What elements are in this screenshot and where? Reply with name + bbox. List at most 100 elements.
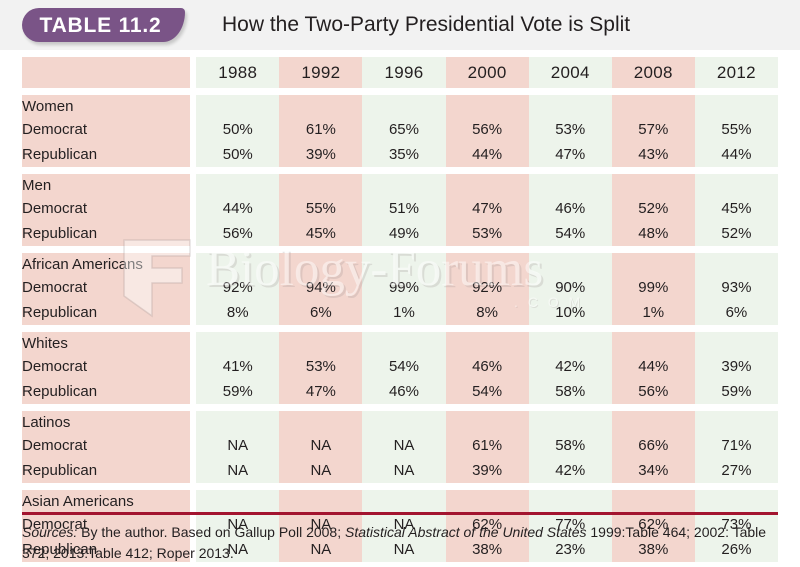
group-header-spacer-cell <box>611 174 695 196</box>
cell-value: 44% <box>196 196 280 221</box>
separator-cell <box>694 167 778 174</box>
source-note: Sources: By the author. Based on Gallup … <box>22 522 778 564</box>
cell-value: 57% <box>611 117 695 142</box>
separator-cell <box>196 404 280 411</box>
group-header-spacer-cell <box>279 174 363 196</box>
separator-cell <box>22 483 191 490</box>
row-label-republican: Republican <box>22 221 191 246</box>
cell-value: 52% <box>611 196 695 221</box>
cell-value: 56% <box>611 379 695 404</box>
table-number-label: TABLE 11.2 <box>39 13 162 37</box>
table-row: Republican NA NA NA 39% 42% 34% 27% <box>22 458 778 483</box>
separator-cell <box>611 325 695 332</box>
cell-value: 6% <box>694 300 778 325</box>
group-header-row: Men <box>22 174 778 196</box>
group-label-whites: Whites <box>22 332 191 354</box>
cell-value: 59% <box>694 379 778 404</box>
source-italic-title: Statistical Abstract of the United State… <box>345 524 587 540</box>
group-header-row: African Americans <box>22 253 778 275</box>
group-label-men: Men <box>22 174 191 196</box>
row-label-democrat: Democrat <box>22 196 191 221</box>
cell-value: 39% <box>445 458 529 483</box>
group-header-spacer-cell <box>362 253 446 275</box>
group-separator-row <box>22 325 778 332</box>
cell-value: 45% <box>694 196 778 221</box>
separator-cell <box>445 404 529 411</box>
row-label-democrat: Democrat <box>22 433 191 458</box>
group-header-spacer-cell <box>279 95 363 117</box>
cell-value: 47% <box>528 142 612 167</box>
group-separator-row <box>22 246 778 253</box>
group-header-row: Asian Americans <box>22 490 778 512</box>
separator-cell <box>694 246 778 253</box>
separator-cell <box>279 246 363 253</box>
separator-cell <box>362 88 446 95</box>
cell-value: 58% <box>528 379 612 404</box>
separator-cell <box>196 325 280 332</box>
cell-value: 48% <box>611 221 695 246</box>
group-header-spacer-cell <box>196 411 280 433</box>
separator-cell <box>362 483 446 490</box>
group-header-spacer-cell <box>362 411 446 433</box>
cell-value: 61% <box>445 433 529 458</box>
separator-cell <box>362 246 446 253</box>
vote-split-table-container: 1988 1992 1996 2000 2004 2008 2012 Women Democr… <box>22 57 778 562</box>
separator-cell <box>528 167 612 174</box>
separator-cell <box>22 404 191 411</box>
cell-value: NA <box>362 433 446 458</box>
cell-value: 53% <box>445 221 529 246</box>
separator-cell <box>196 246 280 253</box>
group-label-african-americans: African Americans <box>22 253 191 275</box>
cell-value: 44% <box>694 142 778 167</box>
vote-split-table: 1988 1992 1996 2000 2004 2008 2012 Women Democr… <box>22 57 778 562</box>
table-row: Democrat 50% 61% 65% 56% 53% 57% 55% <box>22 117 778 142</box>
separator-cell <box>196 483 280 490</box>
group-separator-row <box>22 404 778 411</box>
separator-cell <box>445 483 529 490</box>
separator-cell <box>528 325 612 332</box>
column-header-2004: 2004 <box>528 57 612 88</box>
cell-value: 65% <box>362 117 446 142</box>
group-header-spacer-cell <box>528 174 612 196</box>
table-body: Women Democrat 50% 61% 65% 56% 53% 57% 55% Republ… <box>22 88 778 562</box>
separator-cell <box>611 246 695 253</box>
cell-value: 51% <box>362 196 446 221</box>
cell-value: 44% <box>445 142 529 167</box>
separator-cell <box>22 246 191 253</box>
cell-value: 45% <box>279 221 363 246</box>
group-header-spacer-cell <box>196 253 280 275</box>
cell-value: 43% <box>611 142 695 167</box>
cell-value: 35% <box>362 142 446 167</box>
page-title: How the Two-Party Presidential Vote is S… <box>222 13 631 36</box>
separator-cell <box>445 325 529 332</box>
separator-cell <box>279 325 363 332</box>
column-header-1996: 1996 <box>362 57 446 88</box>
separator-cell <box>22 167 191 174</box>
cell-value: 52% <box>694 221 778 246</box>
cell-value: 99% <box>362 275 446 300</box>
separator-cell <box>528 483 612 490</box>
table-row: Democrat NA NA NA 61% 58% 66% 71% <box>22 433 778 458</box>
cell-value: 44% <box>611 354 695 379</box>
cell-value: 10% <box>528 300 612 325</box>
separator-cell <box>445 246 529 253</box>
source-part1: By the author. Based on Gallup Poll 2008… <box>77 524 345 540</box>
cell-value: 93% <box>694 275 778 300</box>
group-header-spacer-cell <box>528 490 612 512</box>
cell-value: NA <box>279 458 363 483</box>
cell-value: 50% <box>196 142 280 167</box>
cell-value: 53% <box>279 354 363 379</box>
table-row: Democrat 92% 94% 99% 92% 90% 99% 93% <box>22 275 778 300</box>
cell-value: 50% <box>196 117 280 142</box>
cell-value: 42% <box>528 354 612 379</box>
row-label-republican: Republican <box>22 142 191 167</box>
group-header-spacer-cell <box>611 490 695 512</box>
cell-value: 59% <box>196 379 280 404</box>
group-header-spacer-cell <box>694 95 778 117</box>
group-header-spacer-cell <box>362 95 446 117</box>
group-label-women: Women <box>22 95 191 117</box>
separator-cell <box>279 167 363 174</box>
group-header-spacer-cell <box>196 95 280 117</box>
cell-value: NA <box>362 458 446 483</box>
cell-value: 46% <box>528 196 612 221</box>
